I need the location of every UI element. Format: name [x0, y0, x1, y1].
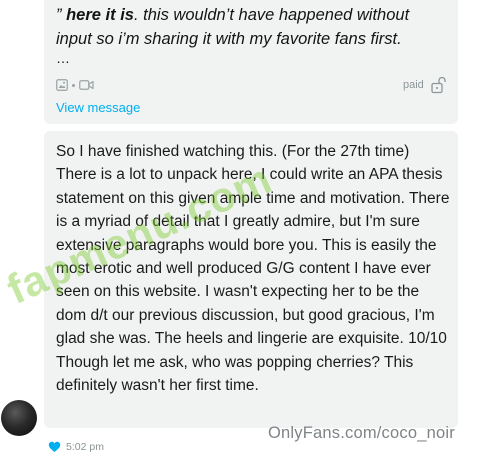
media-indicator-row [56, 78, 94, 92]
video-icon [79, 79, 94, 91]
heart-icon[interactable] [48, 440, 61, 458]
message-timestamp: 5:02 pm [66, 441, 104, 453]
unlocked-lock-icon [431, 76, 447, 99]
onlyfans-watermark: OnlyFans.com/coco_noir [268, 424, 455, 442]
message-preview-text: ” here it is. this wouldn’t have happene… [56, 6, 410, 48]
reply-text: So I have finished watching this. (For t… [56, 143, 450, 395]
avatar[interactable] [1, 400, 37, 436]
message-ellipsis: … [56, 50, 70, 66]
separator-dot [72, 83, 75, 87]
paid-label: paid [403, 79, 424, 91]
message-bold-phrase: here it is [66, 6, 134, 24]
view-message-link[interactable]: View message [56, 100, 140, 115]
image-icon [56, 79, 68, 91]
